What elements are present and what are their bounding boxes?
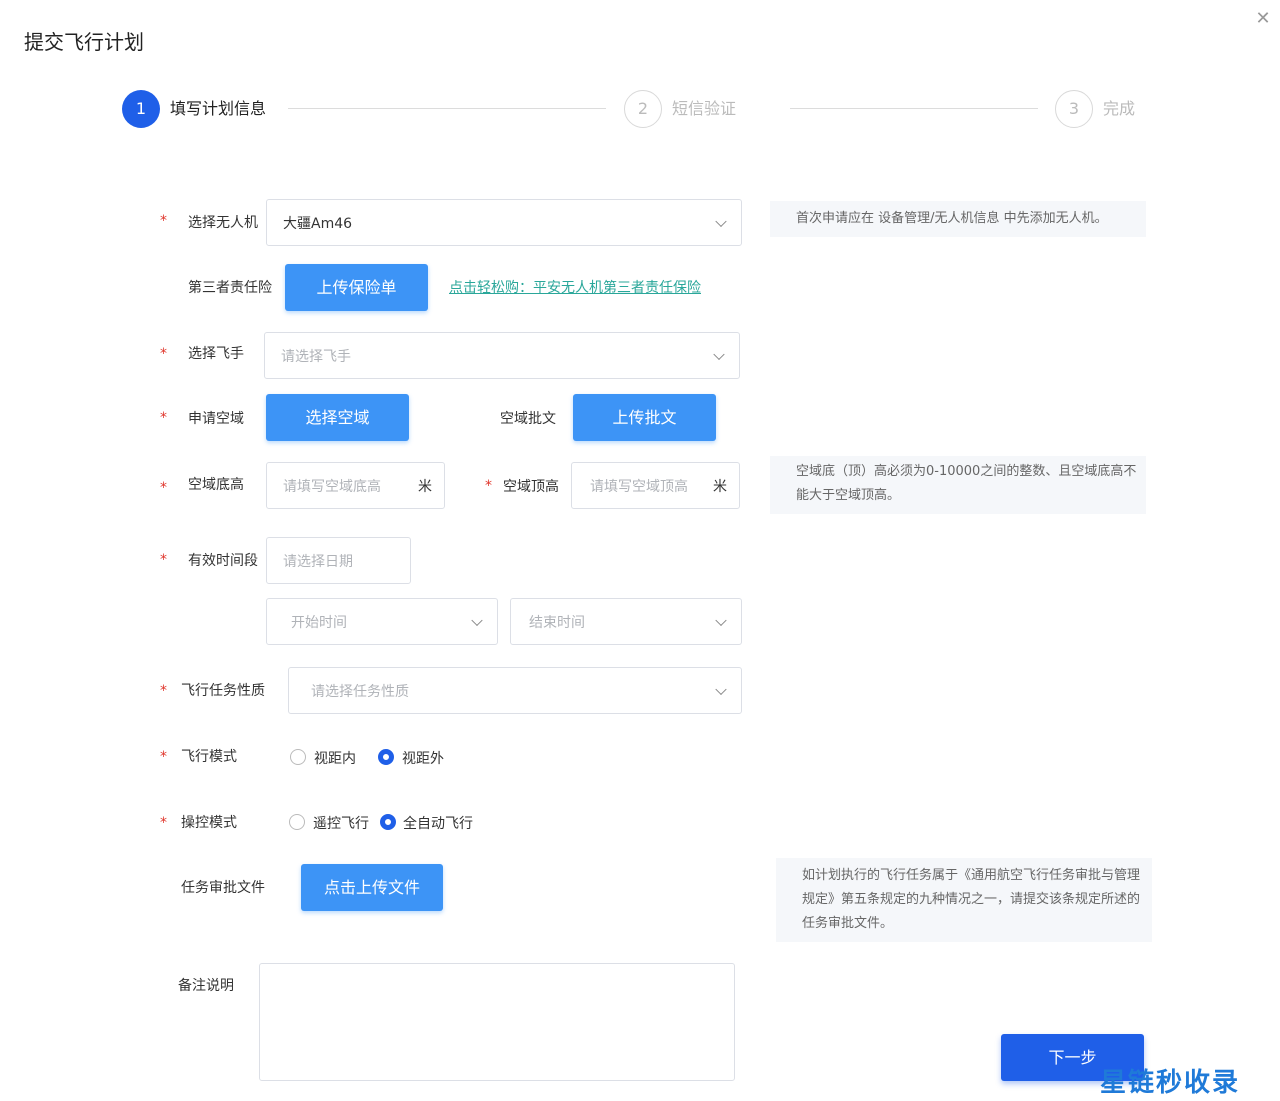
watermark: 星链秒收录 bbox=[1100, 1068, 1241, 1098]
altitude-hint: 空域底（顶）高必须为0-10000之间的整数、且空域底高不能大于空域顶高。 bbox=[770, 456, 1146, 514]
flight-mode-radio-beyond[interactable] bbox=[378, 749, 394, 765]
start-time-placeholder: 开始时间 bbox=[291, 614, 347, 631]
altitude-top-input[interactable]: 请填写空域顶高 米 bbox=[571, 462, 740, 509]
airspace-approval-label: 空域批文 bbox=[500, 411, 556, 427]
insurance-purchase-link[interactable]: 点击轻松购：平安无人机第三者责任保险 bbox=[449, 277, 701, 297]
pilot-placeholder: 请选择飞手 bbox=[281, 348, 351, 365]
upload-insurance-button[interactable]: 上传保险单 bbox=[285, 264, 428, 311]
altitude-bottom-placeholder: 请填写空域底高 bbox=[283, 478, 381, 495]
step-2-label: 短信验证 bbox=[672, 99, 737, 118]
task-type-placeholder: 请选择任务性质 bbox=[311, 683, 409, 700]
end-time-select[interactable]: 结束时间 bbox=[510, 598, 742, 645]
step-1-circle: 1 bbox=[122, 90, 160, 128]
step-divider bbox=[288, 108, 606, 109]
flight-mode-radio-within[interactable] bbox=[290, 749, 306, 765]
required-mark: * bbox=[160, 749, 167, 765]
flight-mode-label: 飞行模式 bbox=[181, 749, 237, 765]
altitude-bottom-label: 空域底高 bbox=[188, 477, 244, 493]
control-mode-radio-auto[interactable] bbox=[380, 814, 396, 830]
end-time-placeholder: 结束时间 bbox=[529, 614, 585, 631]
task-type-label: 飞行任务性质 bbox=[181, 683, 265, 699]
required-mark: * bbox=[160, 683, 167, 699]
required-mark: * bbox=[160, 480, 167, 496]
required-mark: * bbox=[485, 478, 492, 494]
task-file-label: 任务审批文件 bbox=[181, 880, 265, 896]
airspace-label: 申请空域 bbox=[188, 411, 244, 427]
drone-hint: 首次申请应在 设备管理/无人机信息 中先添加无人机。 bbox=[770, 201, 1146, 237]
flight-mode-option-beyond[interactable]: 视距外 bbox=[402, 748, 444, 768]
drone-select[interactable]: 大疆Am46 bbox=[266, 199, 742, 246]
chevron-down-icon bbox=[715, 683, 727, 695]
select-airspace-button[interactable]: 选择空域 bbox=[266, 394, 409, 441]
chevron-down-icon bbox=[715, 614, 727, 626]
control-mode-radio-remote[interactable] bbox=[289, 814, 305, 830]
insurance-label: 第三者责任险 bbox=[188, 280, 272, 296]
pilot-label: 选择飞手 bbox=[188, 346, 244, 362]
required-mark: * bbox=[160, 815, 167, 831]
control-mode-option-remote[interactable]: 遥控飞行 bbox=[313, 813, 369, 833]
flight-mode-option-within[interactable]: 视距内 bbox=[314, 748, 356, 768]
remarks-label: 备注说明 bbox=[178, 978, 234, 994]
altitude-top-label: 空域顶高 bbox=[503, 479, 559, 495]
upload-approval-button[interactable]: 上传批文 bbox=[573, 394, 716, 441]
close-icon[interactable]: ✕ bbox=[1252, 8, 1274, 30]
required-mark: * bbox=[160, 346, 167, 362]
task-type-select[interactable]: 请选择任务性质 bbox=[288, 667, 742, 714]
altitude-bottom-unit: 米 bbox=[418, 478, 432, 495]
step-3-label: 完成 bbox=[1103, 99, 1136, 118]
step-1-label: 填写计划信息 bbox=[170, 99, 267, 118]
required-mark: * bbox=[160, 552, 167, 568]
control-mode-label: 操控模式 bbox=[181, 815, 237, 831]
step-divider bbox=[790, 108, 1038, 109]
chevron-down-icon bbox=[715, 215, 727, 227]
drone-value: 大疆Am46 bbox=[283, 215, 353, 232]
date-placeholder: 请选择日期 bbox=[283, 553, 353, 570]
control-mode-option-auto[interactable]: 全自动飞行 bbox=[403, 813, 473, 833]
dialog-title: 提交飞行计划 bbox=[24, 30, 144, 54]
period-label: 有效时间段 bbox=[188, 553, 258, 569]
step-2-circle: 2 bbox=[624, 90, 662, 128]
chevron-down-icon bbox=[713, 348, 725, 360]
upload-task-file-button[interactable]: 点击上传文件 bbox=[301, 864, 443, 911]
altitude-top-placeholder: 请填写空域顶高 bbox=[590, 478, 688, 495]
drone-label: 选择无人机 bbox=[188, 215, 258, 231]
altitude-top-unit: 米 bbox=[713, 478, 727, 495]
pilot-select[interactable]: 请选择飞手 bbox=[264, 332, 740, 379]
start-time-select[interactable]: 开始时间 bbox=[266, 598, 498, 645]
required-mark: * bbox=[160, 213, 167, 229]
date-picker[interactable]: 请选择日期 bbox=[266, 537, 411, 584]
required-mark: * bbox=[160, 410, 167, 426]
altitude-bottom-input[interactable]: 请填写空域底高 米 bbox=[266, 462, 445, 509]
chevron-down-icon bbox=[471, 614, 483, 626]
remarks-textarea[interactable] bbox=[259, 963, 735, 1081]
task-file-hint: 如计划执行的飞行任务属于《通用航空飞行任务审批与管理规定》第五条规定的九种情况之… bbox=[776, 858, 1152, 942]
step-3-circle: 3 bbox=[1055, 90, 1093, 128]
